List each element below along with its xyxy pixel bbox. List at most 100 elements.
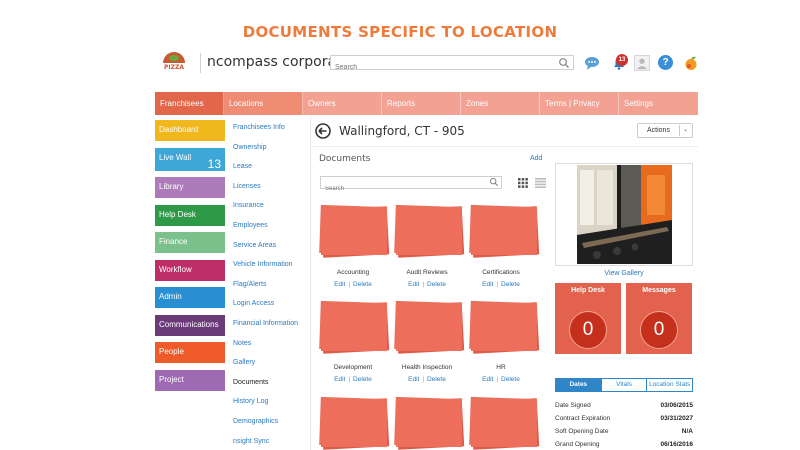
submenu-login-access[interactable]: Login Access	[233, 299, 308, 319]
folder-health-inspection[interactable]	[394, 300, 465, 354]
module-admin[interactable]: Admin	[155, 287, 225, 308]
tab-dates[interactable]: Dates	[556, 379, 602, 391]
edit-link[interactable]: Edit	[408, 281, 419, 288]
location-photo[interactable]	[555, 163, 693, 266]
folder-name: Certifications	[482, 269, 520, 276]
actions-dropdown[interactable]: Actions ⌄	[637, 123, 693, 138]
edit-link[interactable]: Edit	[334, 281, 345, 288]
help-icon[interactable]: ?	[658, 55, 673, 70]
folder-name: HR	[496, 364, 506, 371]
messages-tile[interactable]: Messages 0	[626, 283, 692, 354]
nav-owners[interactable]: Owners	[303, 92, 382, 115]
brand-divider	[200, 53, 201, 73]
tab-vitals[interactable]: Vitals	[601, 379, 648, 391]
view-gallery-link[interactable]: View Gallery	[555, 270, 693, 277]
edit-link[interactable]: Edit	[482, 376, 493, 383]
submenu-flag-alerts[interactable]: Flag/Alerts	[233, 280, 308, 300]
folder-certifications[interactable]	[469, 204, 540, 258]
folder-hr[interactable]	[469, 300, 540, 354]
folder-development[interactable]	[319, 300, 390, 354]
grid-view-icon[interactable]	[518, 178, 528, 188]
submenu-licenses[interactable]: Licenses	[233, 182, 308, 202]
module-finance[interactable]: Finance	[155, 232, 225, 253]
folder-actions: Edit | Delete	[408, 376, 446, 383]
date-value: 03/31/2027	[660, 415, 693, 422]
module-help-desk[interactable]: Help Desk	[155, 204, 225, 226]
submenu-ownership[interactable]: Ownership	[233, 143, 308, 163]
chat-icon[interactable]	[584, 55, 600, 71]
info-tabs: Dates Vitals Location Stats	[555, 378, 693, 392]
nav-reports[interactable]: Reports	[382, 92, 461, 115]
submenu-history-log[interactable]: History Log	[233, 397, 308, 417]
nav-terms-privacy[interactable]: Terms | Privacy	[540, 92, 619, 115]
date-row: Soft Opening Date N/A	[555, 428, 693, 440]
date-value: N/A	[681, 428, 693, 435]
submenu-documents[interactable]: Documents	[233, 378, 308, 398]
submenu-notes[interactable]: Notes	[233, 339, 308, 359]
submenu-nsight-sync[interactable]: nsight Sync	[233, 437, 308, 450]
folder-name: Health Inspection	[401, 364, 453, 371]
delete-link[interactable]: Delete	[353, 281, 372, 288]
module-live-wall[interactable]: Live Wall 13	[155, 147, 225, 171]
submenu-employees[interactable]: Employees	[233, 221, 308, 241]
global-search-input[interactable]	[331, 61, 551, 74]
folder[interactable]	[469, 396, 540, 450]
global-search[interactable]	[330, 55, 574, 74]
back-arrow-icon[interactable]	[315, 123, 331, 139]
submenu-vehicle-information[interactable]: Vehicle Information	[233, 260, 308, 280]
submenu-service-areas[interactable]: Service Areas	[233, 241, 308, 261]
brand-logo[interactable]: PIZZA	[162, 52, 186, 74]
folder-audit-reviews[interactable]	[394, 204, 465, 258]
tab-location-stats[interactable]: Location Stats	[647, 379, 693, 391]
nav-settings[interactable]: Settings	[619, 92, 698, 115]
delete-link[interactable]: Delete	[427, 376, 446, 383]
module-library[interactable]: Library	[155, 177, 225, 198]
module-workflow[interactable]: Workflow	[155, 259, 225, 281]
module-menu: Dashboard Live Wall 13 Library Help Desk …	[155, 120, 225, 397]
submenu-lease[interactable]: Lease	[233, 162, 308, 182]
nav-locations[interactable]: Locations	[224, 92, 303, 115]
nav-zones[interactable]: Zones	[461, 92, 540, 115]
submenu-financial-information[interactable]: Financial Information	[233, 319, 308, 339]
edit-link[interactable]: Edit	[408, 376, 419, 383]
delete-link[interactable]: Delete	[501, 376, 520, 383]
folder[interactable]	[394, 396, 465, 450]
documents-heading: Documents	[319, 154, 371, 164]
folder-accounting[interactable]	[319, 204, 390, 258]
location-title: Wallingford, CT - 905	[339, 124, 465, 138]
delete-link[interactable]: Delete	[427, 281, 446, 288]
submenu-franchisees-info[interactable]: Franchisees Info	[233, 123, 308, 143]
date-label: Grand Opening	[555, 441, 600, 448]
folder-name: Accounting	[336, 269, 370, 276]
module-project[interactable]: Project	[155, 369, 225, 391]
module-people[interactable]: People	[155, 342, 225, 363]
nav-franchisees[interactable]: Franchisees	[155, 92, 224, 115]
list-view-icon[interactable]	[535, 178, 546, 188]
help-desk-count: 0	[569, 311, 607, 349]
add-document-link[interactable]: Add	[530, 155, 542, 162]
actions-label: Actions	[647, 127, 670, 134]
module-communications[interactable]: Communications	[155, 314, 225, 336]
help-desk-tile[interactable]: Help Desk 0	[555, 283, 621, 354]
submenu-demographics[interactable]: Demographics	[233, 417, 308, 437]
delete-link[interactable]: Delete	[501, 281, 520, 288]
notification-badge: 13	[616, 54, 628, 66]
documents-search[interactable]	[320, 176, 502, 195]
slide-title: DOCUMENTS SPECIFIC TO LOCATION	[242, 23, 558, 41]
search-icon[interactable]	[489, 177, 499, 187]
folder[interactable]	[319, 396, 390, 450]
search-icon[interactable]	[558, 57, 570, 69]
submenu-gallery[interactable]: Gallery	[233, 358, 308, 378]
orange-fruit-icon[interactable]	[683, 55, 699, 71]
documents-search-input[interactable]	[321, 183, 481, 195]
delete-link[interactable]: Delete	[353, 376, 372, 383]
submenu-insurance[interactable]: Insurance	[233, 201, 308, 221]
help-desk-tile-label: Help Desk	[571, 287, 605, 294]
edit-link[interactable]: Edit	[482, 281, 493, 288]
edit-link[interactable]: Edit	[334, 376, 345, 383]
folder-actions: Edit | Delete	[334, 281, 372, 288]
module-dashboard[interactable]: Dashboard	[155, 120, 225, 141]
user-avatar-icon[interactable]	[634, 55, 650, 71]
folder-name: Development	[333, 364, 373, 371]
date-value: 03/06/2015	[660, 402, 693, 409]
